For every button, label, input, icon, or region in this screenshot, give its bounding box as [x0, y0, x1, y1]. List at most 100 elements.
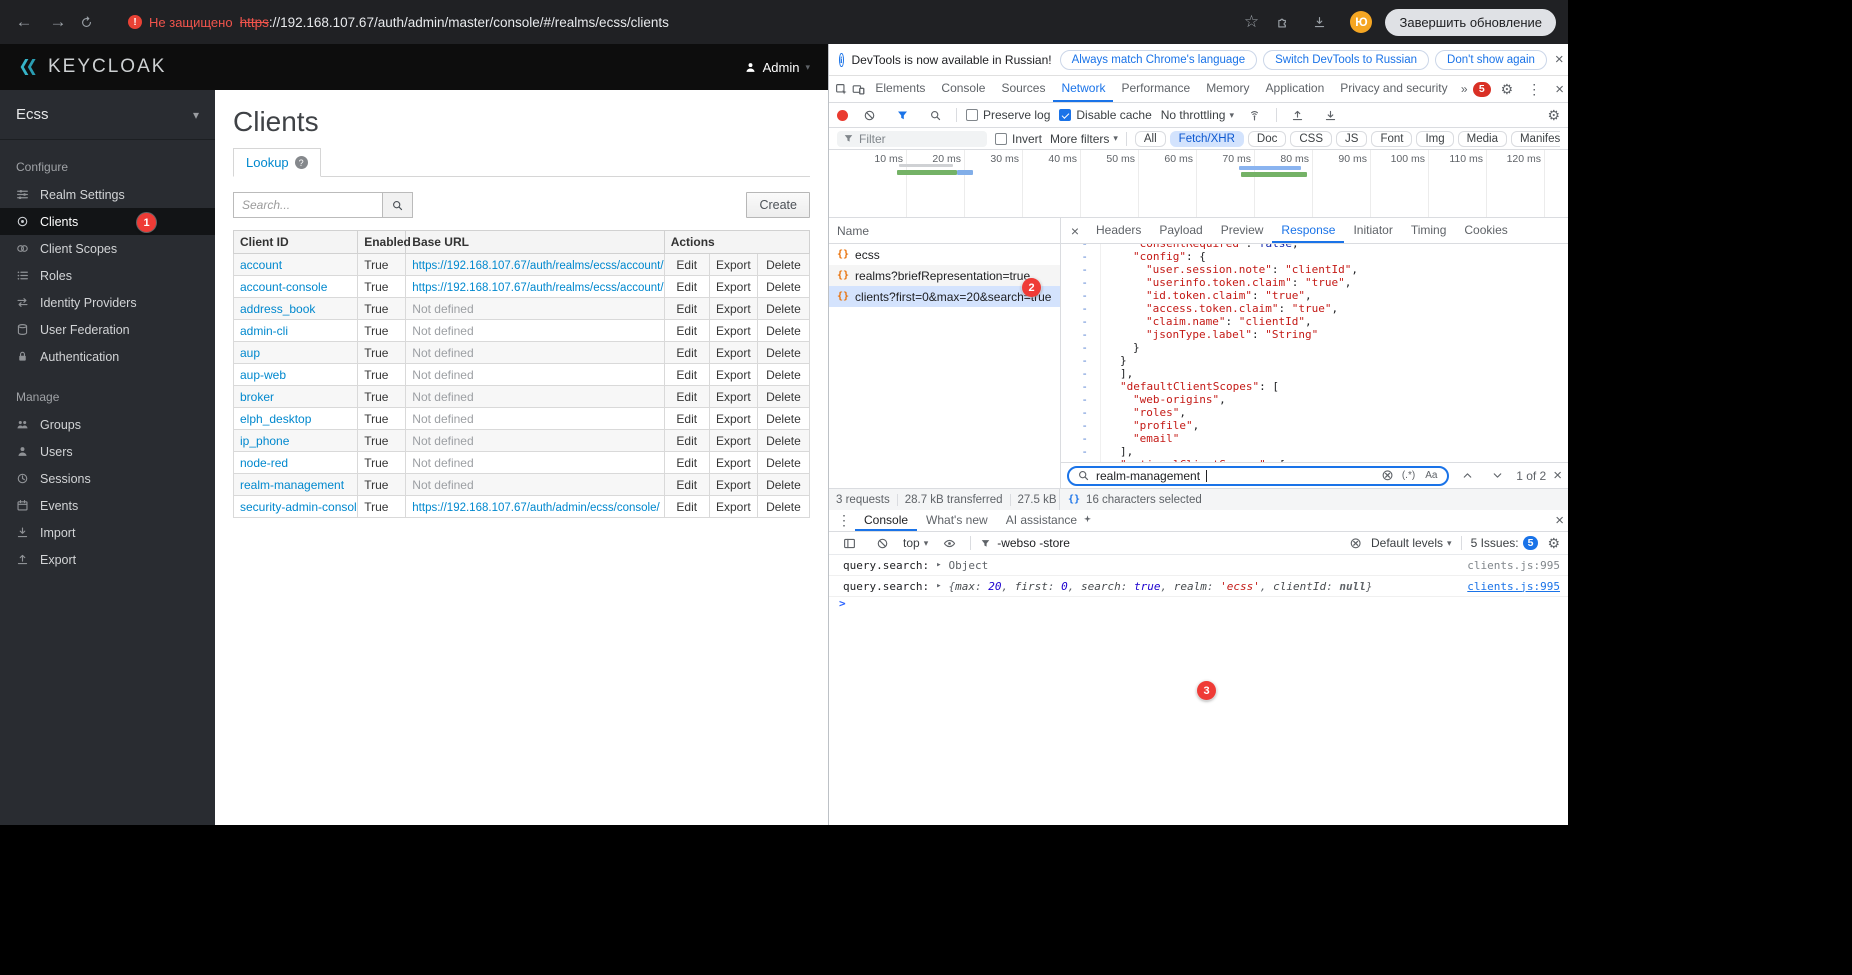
console-prompt[interactable]: > — [829, 597, 1568, 609]
devtools-tab-application[interactable]: Application — [1258, 76, 1333, 102]
details-tab-cookies[interactable]: Cookies — [1455, 218, 1516, 243]
filter-input[interactable]: Filter — [837, 131, 987, 147]
client-id-link[interactable]: aup — [240, 346, 260, 360]
details-tab-headers[interactable]: Headers — [1087, 218, 1150, 243]
filter-chip-media[interactable]: Media — [1458, 131, 1507, 147]
details-tab-timing[interactable]: Timing — [1402, 218, 1456, 243]
edit-action[interactable]: Edit — [664, 298, 709, 320]
delete-action[interactable]: Delete — [757, 408, 809, 430]
details-tab-initiator[interactable]: Initiator — [1344, 218, 1401, 243]
client-id-link[interactable]: realm-management — [240, 478, 344, 492]
filter-chip-font[interactable]: Font — [1371, 131, 1412, 147]
sidebar-item-user-federation[interactable]: User Federation — [0, 316, 215, 343]
context-selector[interactable]: top▾ — [903, 536, 928, 550]
delete-action[interactable]: Delete — [757, 386, 809, 408]
client-id-link[interactable]: ip_phone — [240, 434, 289, 448]
back-button[interactable]: ← — [12, 12, 36, 32]
banner-close-icon[interactable]: × — [1555, 52, 1564, 67]
console-filter-input[interactable]: -webso -store ⊗ — [980, 536, 1362, 551]
network-conditions-icon[interactable] — [1243, 109, 1267, 122]
disable-cache-checkbox[interactable]: Disable cache — [1059, 108, 1151, 122]
import-har-icon[interactable] — [1286, 109, 1310, 122]
sidebar-item-identity-providers[interactable]: Identity Providers — [0, 289, 215, 316]
checkbox-off[interactable] — [966, 109, 978, 121]
base-url-link[interactable]: https://192.168.107.67/auth/realms/ecss/… — [412, 282, 663, 294]
settings-gear-icon[interactable]: ⚙ — [1501, 81, 1514, 98]
profile-avatar[interactable]: Ю — [1350, 11, 1372, 33]
close-drawer-icon[interactable]: × — [1555, 513, 1564, 528]
more-tabs-chevron[interactable]: » — [1456, 82, 1473, 96]
delete-action[interactable]: Delete — [757, 452, 809, 474]
sidebar-item-authentication[interactable]: Authentication — [0, 343, 215, 370]
request-row-ecss[interactable]: {}ecss — [829, 244, 1060, 265]
client-id-link[interactable]: node-red — [240, 456, 288, 470]
network-settings-gear-icon[interactable]: ⚙ — [1547, 107, 1560, 124]
details-tab-payload[interactable]: Payload — [1150, 218, 1211, 243]
drawer-tab-what-s-new[interactable]: What's new — [917, 510, 997, 531]
edit-action[interactable]: Edit — [664, 276, 709, 298]
drawer-kebab-icon[interactable]: ⋮ — [833, 512, 855, 529]
search-input[interactable] — [233, 192, 383, 218]
devtools-tab-sources[interactable]: Sources — [993, 76, 1053, 102]
refresh-button[interactable] — [80, 16, 104, 29]
help-icon[interactable]: ? — [295, 156, 308, 169]
export-action[interactable]: Export — [709, 276, 757, 298]
regex-toggle[interactable]: (.*) — [1400, 470, 1417, 481]
close-details-icon[interactable]: × — [1063, 223, 1087, 239]
log-levels-dropdown[interactable]: Default levels▾ — [1371, 536, 1452, 550]
details-tab-response[interactable]: Response — [1272, 218, 1344, 243]
clear-filter-icon[interactable]: ⊗ — [1349, 536, 1362, 551]
export-action[interactable]: Export — [709, 364, 757, 386]
delete-action[interactable]: Delete — [757, 342, 809, 364]
edit-action[interactable]: Edit — [664, 364, 709, 386]
client-id-link[interactable]: admin-cli — [240, 324, 288, 338]
find-input[interactable]: realm-management ⊗ (.*) Aa — [1067, 466, 1449, 486]
network-search-icon[interactable] — [923, 109, 947, 122]
delete-action[interactable]: Delete — [757, 474, 809, 496]
delete-action[interactable]: Delete — [757, 254, 809, 276]
filter-chip-js[interactable]: JS — [1336, 131, 1367, 147]
details-tab-preview[interactable]: Preview — [1212, 218, 1273, 243]
kebab-menu-icon[interactable]: ⋮ — [1523, 81, 1545, 98]
export-action[interactable]: Export — [709, 408, 757, 430]
edit-action[interactable]: Edit — [664, 386, 709, 408]
expand-triangle-icon[interactable]: ▸ — [936, 581, 941, 591]
export-action[interactable]: Export — [709, 496, 757, 518]
client-id-link[interactable]: broker — [240, 390, 274, 404]
export-action[interactable]: Export — [709, 320, 757, 342]
client-id-link[interactable]: aup-web — [240, 368, 286, 382]
delete-action[interactable]: Delete — [757, 320, 809, 342]
clear-icon[interactable] — [857, 109, 881, 122]
address-bar[interactable]: ! Не защищено https://192.168.107.67/aut… — [114, 15, 1229, 30]
clear-search-icon[interactable]: ⊗ — [1381, 468, 1394, 483]
sidebar-item-sessions[interactable]: Sessions — [0, 465, 215, 492]
realm-selector[interactable]: Ecss ▾ — [0, 90, 215, 140]
devtools-tab-console[interactable]: Console — [933, 76, 993, 102]
console-sidebar-icon[interactable] — [837, 537, 861, 550]
filter-toggle-icon[interactable] — [890, 109, 914, 122]
edit-action[interactable]: Edit — [664, 408, 709, 430]
more-filters-dropdown[interactable]: More filters▾ — [1050, 132, 1118, 146]
devtools-tab-performance[interactable]: Performance — [1113, 76, 1198, 102]
edit-action[interactable]: Edit — [664, 430, 709, 452]
eye-icon[interactable] — [937, 537, 961, 550]
drawer-tab-ai-assistance[interactable]: AI assistance — [997, 510, 1102, 531]
client-id-link[interactable]: account-console — [240, 280, 327, 294]
drawer-tab-console[interactable]: Console — [855, 510, 917, 531]
filter-chip-manifest[interactable]: Manifest — [1511, 131, 1560, 147]
sidebar-item-realm-settings[interactable]: Realm Settings — [0, 181, 215, 208]
banner-button-don-t-show-again[interactable]: Don't show again — [1435, 50, 1547, 70]
delete-action[interactable]: Delete — [757, 430, 809, 452]
finish-update-button[interactable]: Завершить обновление — [1385, 9, 1556, 36]
delete-action[interactable]: Delete — [757, 276, 809, 298]
sidebar-item-client-scopes[interactable]: Client Scopes — [0, 235, 215, 262]
previous-match-icon[interactable] — [1456, 469, 1479, 482]
filter-chip-doc[interactable]: Doc — [1248, 131, 1286, 147]
bookmark-star-icon[interactable]: ☆ — [1239, 12, 1263, 32]
banner-button-always-match-chrome-s-language[interactable]: Always match Chrome's language — [1060, 50, 1258, 70]
client-id-link[interactable]: account — [240, 258, 282, 272]
export-action[interactable]: Export — [709, 474, 757, 496]
devtools-tab-elements[interactable]: Elements — [867, 76, 933, 102]
match-case-toggle[interactable]: Aa — [1423, 470, 1439, 481]
extensions-icon[interactable] — [1276, 16, 1300, 29]
